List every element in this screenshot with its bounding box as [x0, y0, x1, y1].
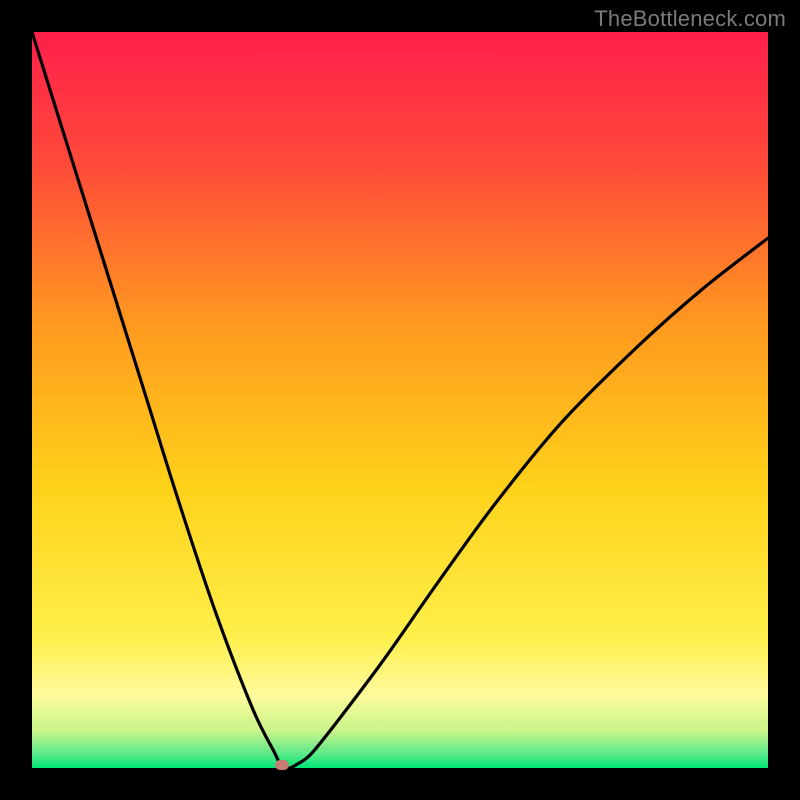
plot-area: [32, 32, 768, 768]
chart-svg: [32, 32, 768, 768]
minimum-marker: [275, 760, 289, 770]
watermark-text: TheBottleneck.com: [594, 6, 786, 32]
chart-frame: TheBottleneck.com: [0, 0, 800, 800]
gradient-background: [32, 32, 768, 768]
